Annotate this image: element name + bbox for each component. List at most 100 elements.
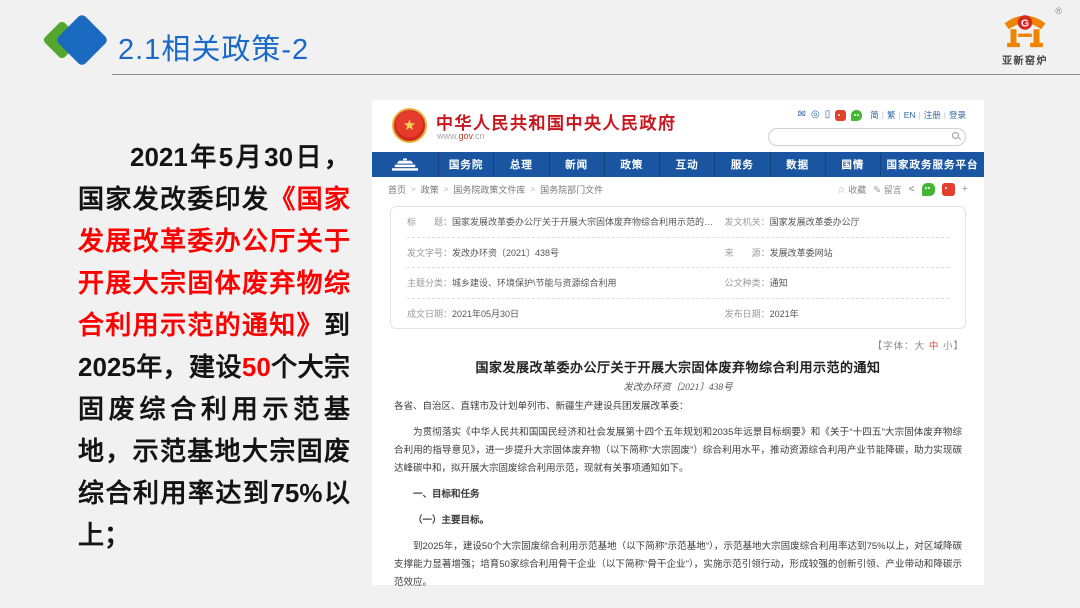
breadcrumb-department-docs[interactable]: 国务院部门文件 [540,183,603,196]
more-share-button[interactable]: + [962,183,968,195]
star-icon: ☆ [837,185,846,196]
separator: > [530,185,535,194]
field-value: 国家发展改革委办公厅关于开展大宗固体废弃物综合利用示范的通知 [452,215,717,228]
field-value: 国家发展改革委办公厅 [770,215,860,228]
highlight-number: 50 [242,352,271,382]
star-icon: ★ [403,118,416,133]
wechat-share-icon[interactable] [922,183,935,196]
doc-number: 发改办环资〔2021〕438号 [372,379,984,393]
table-row: 发文字号：发改办环资〔2021〕438号 来 源：发展改革委网站 [407,237,949,268]
gov-header: ★ 中华人民共和国中央人民政府 www.gov.cn ✉ ◎ ▯ 简| 繁| E… [372,100,984,152]
font-size-widget: 【字体：大 中 小】 [873,338,964,352]
field-value: 城乡建设、环境保护\节能与资源综合利用 [452,276,617,289]
table-row: 成文日期：2021年05月30日 发布日期：2021年 [407,298,949,329]
breadcrumb-zhengce[interactable]: 政策 [421,183,439,196]
search-icon[interactable] [952,132,959,139]
url-part: .cn [472,131,484,141]
article-body: 各省、自治区、直辖市及计划单列市、新疆生产建设兵团发展改革委： 为贯彻落实《中华… [394,398,962,600]
weibo-share-icon[interactable] [942,183,955,196]
table-row: 主题分类：城乡建设、环境保护\节能与资源综合利用 公文种类：通知 [407,267,949,298]
favorite-button[interactable]: ☆ 收藏 [837,183,866,196]
svg-text:G: G [1021,18,1029,29]
field-label: 发文字号： [407,246,452,259]
wechat-icon[interactable] [851,110,862,121]
field-label: 发布日期： [725,307,770,320]
search-box[interactable] [768,128,966,146]
mobile-icon[interactable]: ▯ [825,110,831,120]
nav-item-guoqing[interactable]: 国情 [825,152,880,177]
breadcrumb: 首页 > 政策 > 国务院政策文件库 > 国务院部门文件 ☆ 收藏 ✎ 留言 <… [372,177,984,201]
field-value: 通知 [770,276,788,289]
slide-body-text: 2021年5月30日，国家发改委印发《国家发展改革委办公厅关于开展大宗固体废弃物… [78,136,350,556]
lang-links: 简| 繁| EN| 注册| 登录 [870,109,966,121]
presentation-slide: 2.1相关政策-2 ® G 亚新窑炉 2021年5月30日，国家发改委印发《国家… [0,0,1080,608]
national-emblem-icon: ★ [392,108,427,143]
url-part: www. [437,131,459,141]
pencil-icon: ✎ [873,185,881,196]
font-widget-label: 】 [953,341,964,352]
font-widget-label: 【字体： [873,341,915,352]
nav-item-zhengce[interactable]: 政策 [604,152,659,177]
section-heading: 一、目标和任务 [394,486,962,504]
salutation: 各省、自治区、直辖市及计划单列市、新疆生产建设兵团发展改革委： [394,398,962,416]
lang-traditional[interactable]: 繁 [887,109,896,121]
field-value: 发展改革委网站 [770,246,833,259]
field-label: 标 题： [407,215,452,228]
tiananmen-icon [391,158,419,171]
nav-home[interactable] [372,152,438,177]
nav-item-shuju[interactable]: 数据 [770,152,825,177]
nav-item-hudong[interactable]: 互动 [659,152,714,177]
page-title: 2.1相关政策-2 [118,26,309,68]
brand-name: 亚新窑炉 [986,52,1064,67]
field-value: 发改办环资〔2021〕438号 [452,246,559,259]
field-label: 来 源： [725,246,770,259]
nav-item-zhengwu-platform[interactable]: 国家政务服务平台 [880,152,984,177]
font-large-button[interactable]: 大 [915,341,926,352]
gov-website-screenshot: ★ 中华人民共和国中央人民政府 www.gov.cn ✉ ◎ ▯ 简| 繁| E… [372,100,984,585]
gov-nav: 国务院 总理 新闻 政策 互动 服务 数据 国情 国家政务服务平台 [372,152,984,177]
lang-simplified[interactable]: 简 [870,109,879,121]
favorite-label: 收藏 [848,185,866,195]
separator: | [944,110,946,120]
separator: > [411,185,416,194]
field-label: 发文机关： [725,215,770,228]
page-actions: ☆ 收藏 ✎ 留言 < + [837,183,968,196]
nav-item-fuwu[interactable]: 服务 [714,152,769,177]
font-medium-button[interactable]: 中 [929,341,940,352]
nav-item-zongli[interactable]: 总理 [493,152,548,177]
login-link[interactable]: 登录 [949,109,966,121]
field-value: 2021年05月30日 [452,307,519,320]
share-icon[interactable]: < [909,184,915,195]
field-label: 成文日期： [407,307,452,320]
weibo-icon[interactable] [835,110,846,121]
field-label: 主题分类： [407,276,452,289]
paragraph: 为贯彻落实《中华人民共和国国民经济和社会发展第十四个五年规划和2035年远景目标… [394,424,962,478]
nav-item-xinwen[interactable]: 新闻 [549,152,604,177]
doc-info-table: 标 题：国家发展改革委办公厅关于开展大宗固体废弃物综合利用示范的通知 发文机关：… [390,206,966,329]
mail-icon[interactable]: ✉ [798,110,806,120]
font-small-button[interactable]: 小 [943,341,954,352]
nav-item-guowuyuan[interactable]: 国务院 [438,152,493,177]
kiln-icon: G [999,8,1051,54]
title-divider [112,74,1080,75]
comment-label: 留言 [884,185,902,195]
paragraph: 到2025年，建设50个大宗固废综合利用示范基地（以下简称“示范基地”），示范基… [394,538,962,592]
separator: | [882,110,884,120]
article-title: 国家发展改革委办公厅关于开展大宗固体废弃物综合利用示范的通知 [402,357,954,376]
url-part: gov [459,131,473,141]
register-link[interactable]: 注册 [924,109,941,121]
breadcrumb-policy-library[interactable]: 国务院政策文件库 [453,183,525,196]
accessibility-icon[interactable]: ◎ [811,110,820,120]
field-value: 2021年 [770,307,799,320]
separator: | [919,110,921,120]
comment-button[interactable]: ✎ 留言 [873,183,902,196]
table-row: 标 题：国家发展改革委办公厅关于开展大宗固体废弃物综合利用示范的通知 发文机关：… [407,207,949,237]
separator: | [899,110,901,120]
brand-logo: ® G 亚新窑炉 [986,8,1064,67]
breadcrumb-home[interactable]: 首页 [388,183,406,196]
site-url: www.gov.cn [437,131,484,141]
lang-english[interactable]: EN [904,110,916,120]
separator: > [444,185,449,194]
search-input[interactable] [777,130,941,144]
subsection-heading: （一）主要目标。 [394,512,962,530]
